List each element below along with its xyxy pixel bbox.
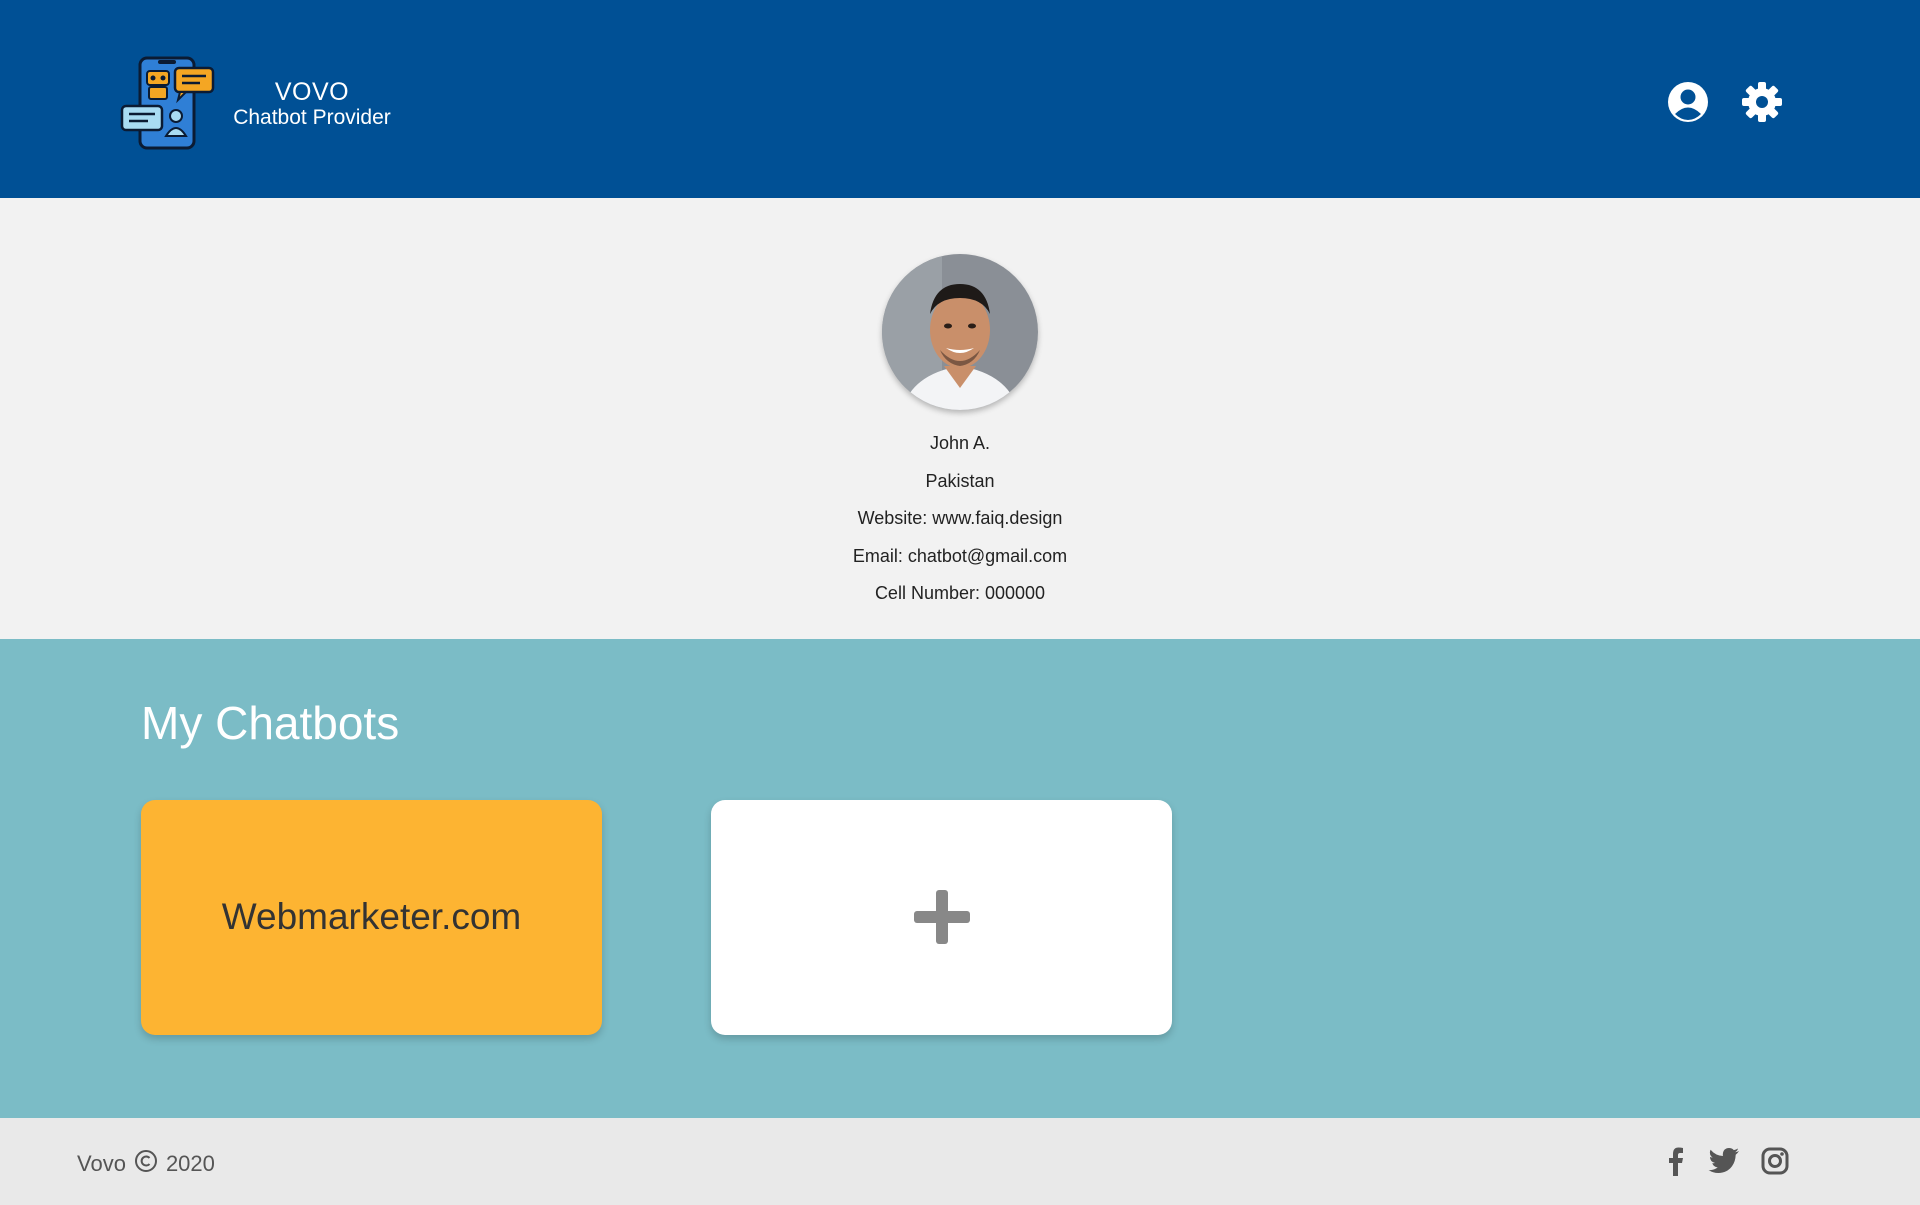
add-chatbot-button[interactable]: [711, 800, 1172, 1035]
section-title: My Chatbots: [141, 697, 400, 749]
footer-brand: Vovo: [77, 1151, 126, 1176]
profile-cell-number: Cell Number: 000000: [874, 583, 1046, 603]
plus-icon: [914, 890, 970, 944]
brand-name: VOVO: [274, 78, 350, 106]
gear-icon[interactable]: [1741, 81, 1783, 123]
chatbot-logo-icon[interactable]: [120, 54, 216, 152]
chatbot-card-label: Webmarketer.com: [221, 896, 522, 937]
my-chatbots-section: My Chatbots Webmarketer.com: [0, 639, 1920, 1118]
profile-name: John A.: [929, 433, 991, 453]
brand-tagline: Chatbot Provider: [233, 106, 391, 129]
instagram-icon[interactable]: [1760, 1146, 1790, 1176]
app-header: VOVO Chatbot Provider: [0, 0, 1920, 198]
footer: Vovo 2020: [0, 1118, 1920, 1205]
brand: VOVO Chatbot Provider: [222, 78, 402, 130]
copyright-year: 2020: [165, 1151, 215, 1176]
profile-website: Website: www.faiq.design: [857, 508, 1063, 528]
avatar[interactable]: [882, 254, 1038, 410]
facebook-icon[interactable]: [1661, 1146, 1691, 1176]
profile-email: Email: chatbot@gmail.com: [852, 546, 1068, 566]
copyright: Vovo 2020: [77, 1149, 215, 1179]
profile-country: Pakistan: [925, 471, 995, 491]
chatbot-card[interactable]: Webmarketer.com: [141, 800, 602, 1035]
copyright-icon: [134, 1149, 158, 1179]
user-circle-icon[interactable]: [1667, 81, 1709, 123]
twitter-icon[interactable]: [1708, 1146, 1740, 1176]
profile-section: John A. Pakistan Website: www.faiq.desig…: [0, 198, 1920, 639]
